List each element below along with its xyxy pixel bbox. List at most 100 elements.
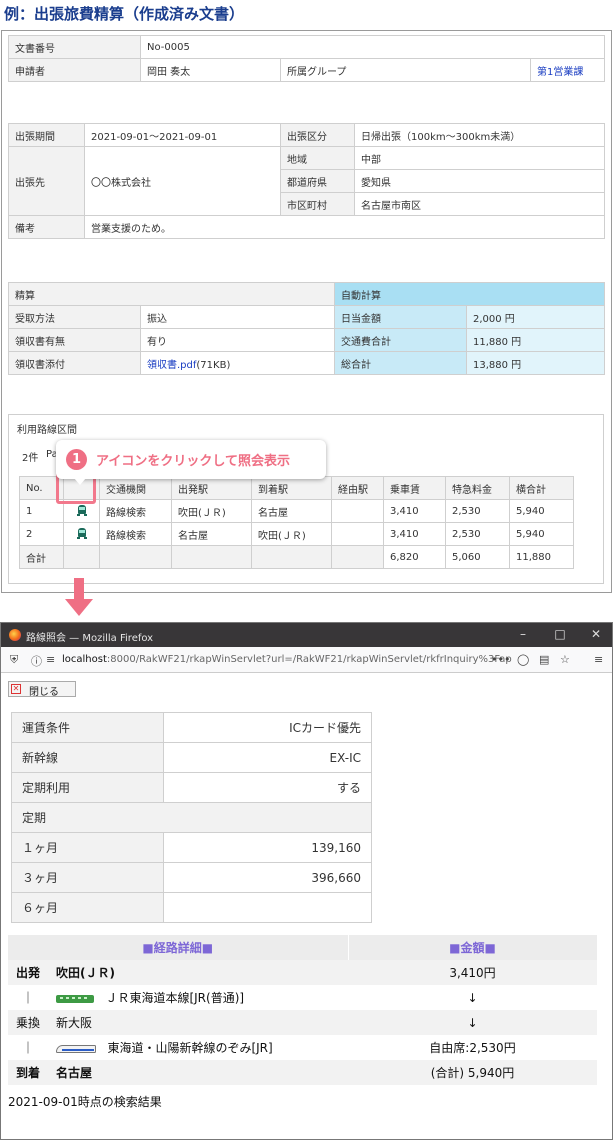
close-icon[interactable]: ✕ [589, 627, 603, 641]
period-label: 出張期間 [8, 123, 85, 147]
more-actions-icon[interactable]: ••• [491, 653, 510, 666]
pass-3m-value: 396,660 [163, 862, 372, 893]
route-detail-table: ■経路詳細■ ■金額■ 出発 吹田(ＪＲ) 3,410円 ｜ ＪＲ東海道本線[J… [8, 935, 598, 1085]
route-detail-button[interactable] [63, 522, 100, 546]
url-path: :8000/RakWF21/rkapWinServlet?url=/RakWF2… [106, 654, 512, 665]
row-express: 2,530 [445, 522, 510, 546]
col-sum: 横合計 [509, 476, 574, 500]
pass-label: 定期 [11, 802, 372, 833]
pass-3m-label: ３ヶ月 [11, 862, 164, 893]
attach-size: (71KB) [196, 359, 231, 371]
row-mode: 路線検索 [99, 499, 172, 523]
group-link[interactable]: 第1営業課 [529, 58, 606, 82]
address-bar[interactable]: ⛨ ⓘ ≡ localhost:8000/RakWF21/rkapWinServ… [1, 647, 612, 673]
pocket-icon[interactable]: ◯ [517, 653, 529, 666]
route-title: 利用路線区間 [17, 425, 77, 436]
row-fare: 3,410 [383, 522, 446, 546]
close-x-icon: ✕ [11, 684, 21, 694]
fare-condition-value: ICカード優先 [163, 712, 372, 743]
close-button[interactable]: ✕ 閉じる [8, 681, 76, 698]
settle-title: 精算 [8, 282, 335, 306]
dest-label: 出張先 [8, 146, 85, 216]
step-number: 1 [66, 449, 87, 470]
col-fare: 乗車賃 [383, 476, 446, 500]
shinkansen-value: EX-IC [163, 742, 372, 773]
note-value: 営業支援のため。 [84, 215, 605, 239]
dest-value: 〇〇株式会社 [84, 146, 281, 216]
firefox-icon [9, 629, 21, 641]
departure-amount: 3,410円 [348, 960, 597, 985]
train-icon[interactable] [76, 505, 88, 517]
pref-value: 愛知県 [354, 169, 605, 193]
fare-total-label: 交通費合計 [334, 328, 467, 352]
col-from: 出発駅 [171, 476, 252, 500]
callout-tail [74, 478, 86, 485]
applicant-label: 申請者 [8, 58, 141, 82]
applicant-value: 岡田 奏太 [140, 58, 281, 82]
close-button-label: 閉じる [29, 687, 59, 698]
commuter-label: 定期利用 [11, 772, 164, 803]
row-fare: 3,410 [383, 499, 446, 523]
doc-no-value: No-0005 [139, 35, 606, 59]
trip-type-value: 日帰出張（100km～300km未満） [354, 123, 605, 147]
city-label: 市区町村 [280, 192, 355, 216]
commuter-value: する [163, 772, 372, 803]
region-label: 地域 [280, 146, 355, 170]
segment-1-line: ＪＲ東海道本線[JR(普通)] [105, 991, 245, 1005]
shinkansen-icon [56, 1043, 96, 1055]
period-value: 2021-09-01～2021-09-01 [84, 123, 281, 147]
pass-6m-label: ６ヶ月 [11, 892, 164, 923]
receipt-label: 領収書有無 [8, 328, 141, 352]
receipt-pdf-link[interactable]: 領収書.pdf [147, 360, 196, 371]
total-label: 合計 [19, 545, 64, 569]
info-icon[interactable]: ⓘ [31, 653, 42, 669]
receipt-value: 有り [140, 328, 335, 352]
segment-2-line: 東海道・山陽新幹線のぞみ[JR] [107, 1041, 273, 1055]
arrival-amount: (合計) 5,940円 [348, 1060, 597, 1085]
reader-icon[interactable]: ▤ [539, 653, 549, 666]
total-fare: 6,820 [383, 545, 446, 569]
group-label: 所属グループ [280, 58, 531, 82]
departure-label: 出発 [8, 960, 48, 985]
pref-label: 都道府県 [280, 169, 355, 193]
doc-no-label: 文書番号 [8, 35, 141, 59]
document-panel: 文書番号 No-0005 申請者 岡田 奏太 所属グループ 第1営業課 出張期間… [1, 30, 612, 593]
bookmark-star-icon[interactable]: ☆ [560, 653, 570, 666]
row-sum: 5,940 [509, 499, 574, 523]
train-icon[interactable] [76, 528, 88, 540]
permissions-icon[interactable]: ≡ [46, 653, 55, 666]
route-conditions-table: 運賃条件 ICカード優先 新幹線 EX-IC 定期利用 する 定期 １ヶ月 13… [11, 712, 372, 923]
arrival-label: 到着 [8, 1060, 48, 1085]
url-text[interactable]: localhost:8000/RakWF21/rkapWinServlet?ur… [62, 654, 512, 665]
segment-bar: ｜ [21, 991, 34, 1005]
segment-2: 東海道・山陽新幹線のぞみ[JR] [48, 1035, 348, 1060]
col-to: 到着駅 [251, 476, 332, 500]
doc-info-table: 文書番号 No-0005 申請者 岡田 奏太 所属グループ 第1営業課 [8, 35, 606, 82]
departure-station: 吹田(ＪＲ) [48, 960, 348, 985]
table-row: 2 路線検索 名古屋 吹田(ＪＲ) 3,410 2,530 5,940 [19, 522, 574, 546]
instruction-callout: 1 アイコンをクリックして照会表示 [56, 440, 326, 485]
pass-1m-value: 139,160 [163, 832, 372, 863]
window-title: 路線照会 — Mozilla Firefox [26, 633, 154, 644]
fare-total-value: 11,880 円 [466, 328, 605, 352]
col-via: 経由駅 [331, 476, 384, 500]
col-mode: 交通機関 [99, 476, 172, 500]
route-table: No. 交通機関 出発駅 到着駅 経由駅 乗車賃 特急料金 横合計 1 路線検索… [19, 476, 574, 569]
attach-label: 領収書添付 [8, 351, 141, 375]
minimize-icon[interactable]: – [516, 627, 530, 641]
note-label: 備考 [8, 215, 85, 239]
down-arrow-icon [74, 578, 84, 600]
down-arrow-head [65, 599, 93, 616]
city-value: 名古屋市南区 [354, 192, 605, 216]
menu-icon[interactable]: ≡ [594, 653, 603, 666]
shield-icon[interactable]: ⛨ [10, 653, 18, 667]
row-sum: 5,940 [509, 522, 574, 546]
daily-value: 2,000 円 [466, 305, 605, 329]
row-no: 2 [19, 522, 64, 546]
callout-text: アイコンをクリックして照会表示 [96, 454, 290, 469]
url-host: localhost [62, 654, 107, 665]
search-timestamp: 2021-09-01時点の検索結果 [8, 1095, 162, 1109]
total-express: 5,060 [445, 545, 510, 569]
settlement-table: 精算 自動計算 受取方法 振込 日当金額 2,000 円 領収書有無 有り 交通… [8, 282, 605, 375]
maximize-icon[interactable]: □ [553, 627, 567, 641]
